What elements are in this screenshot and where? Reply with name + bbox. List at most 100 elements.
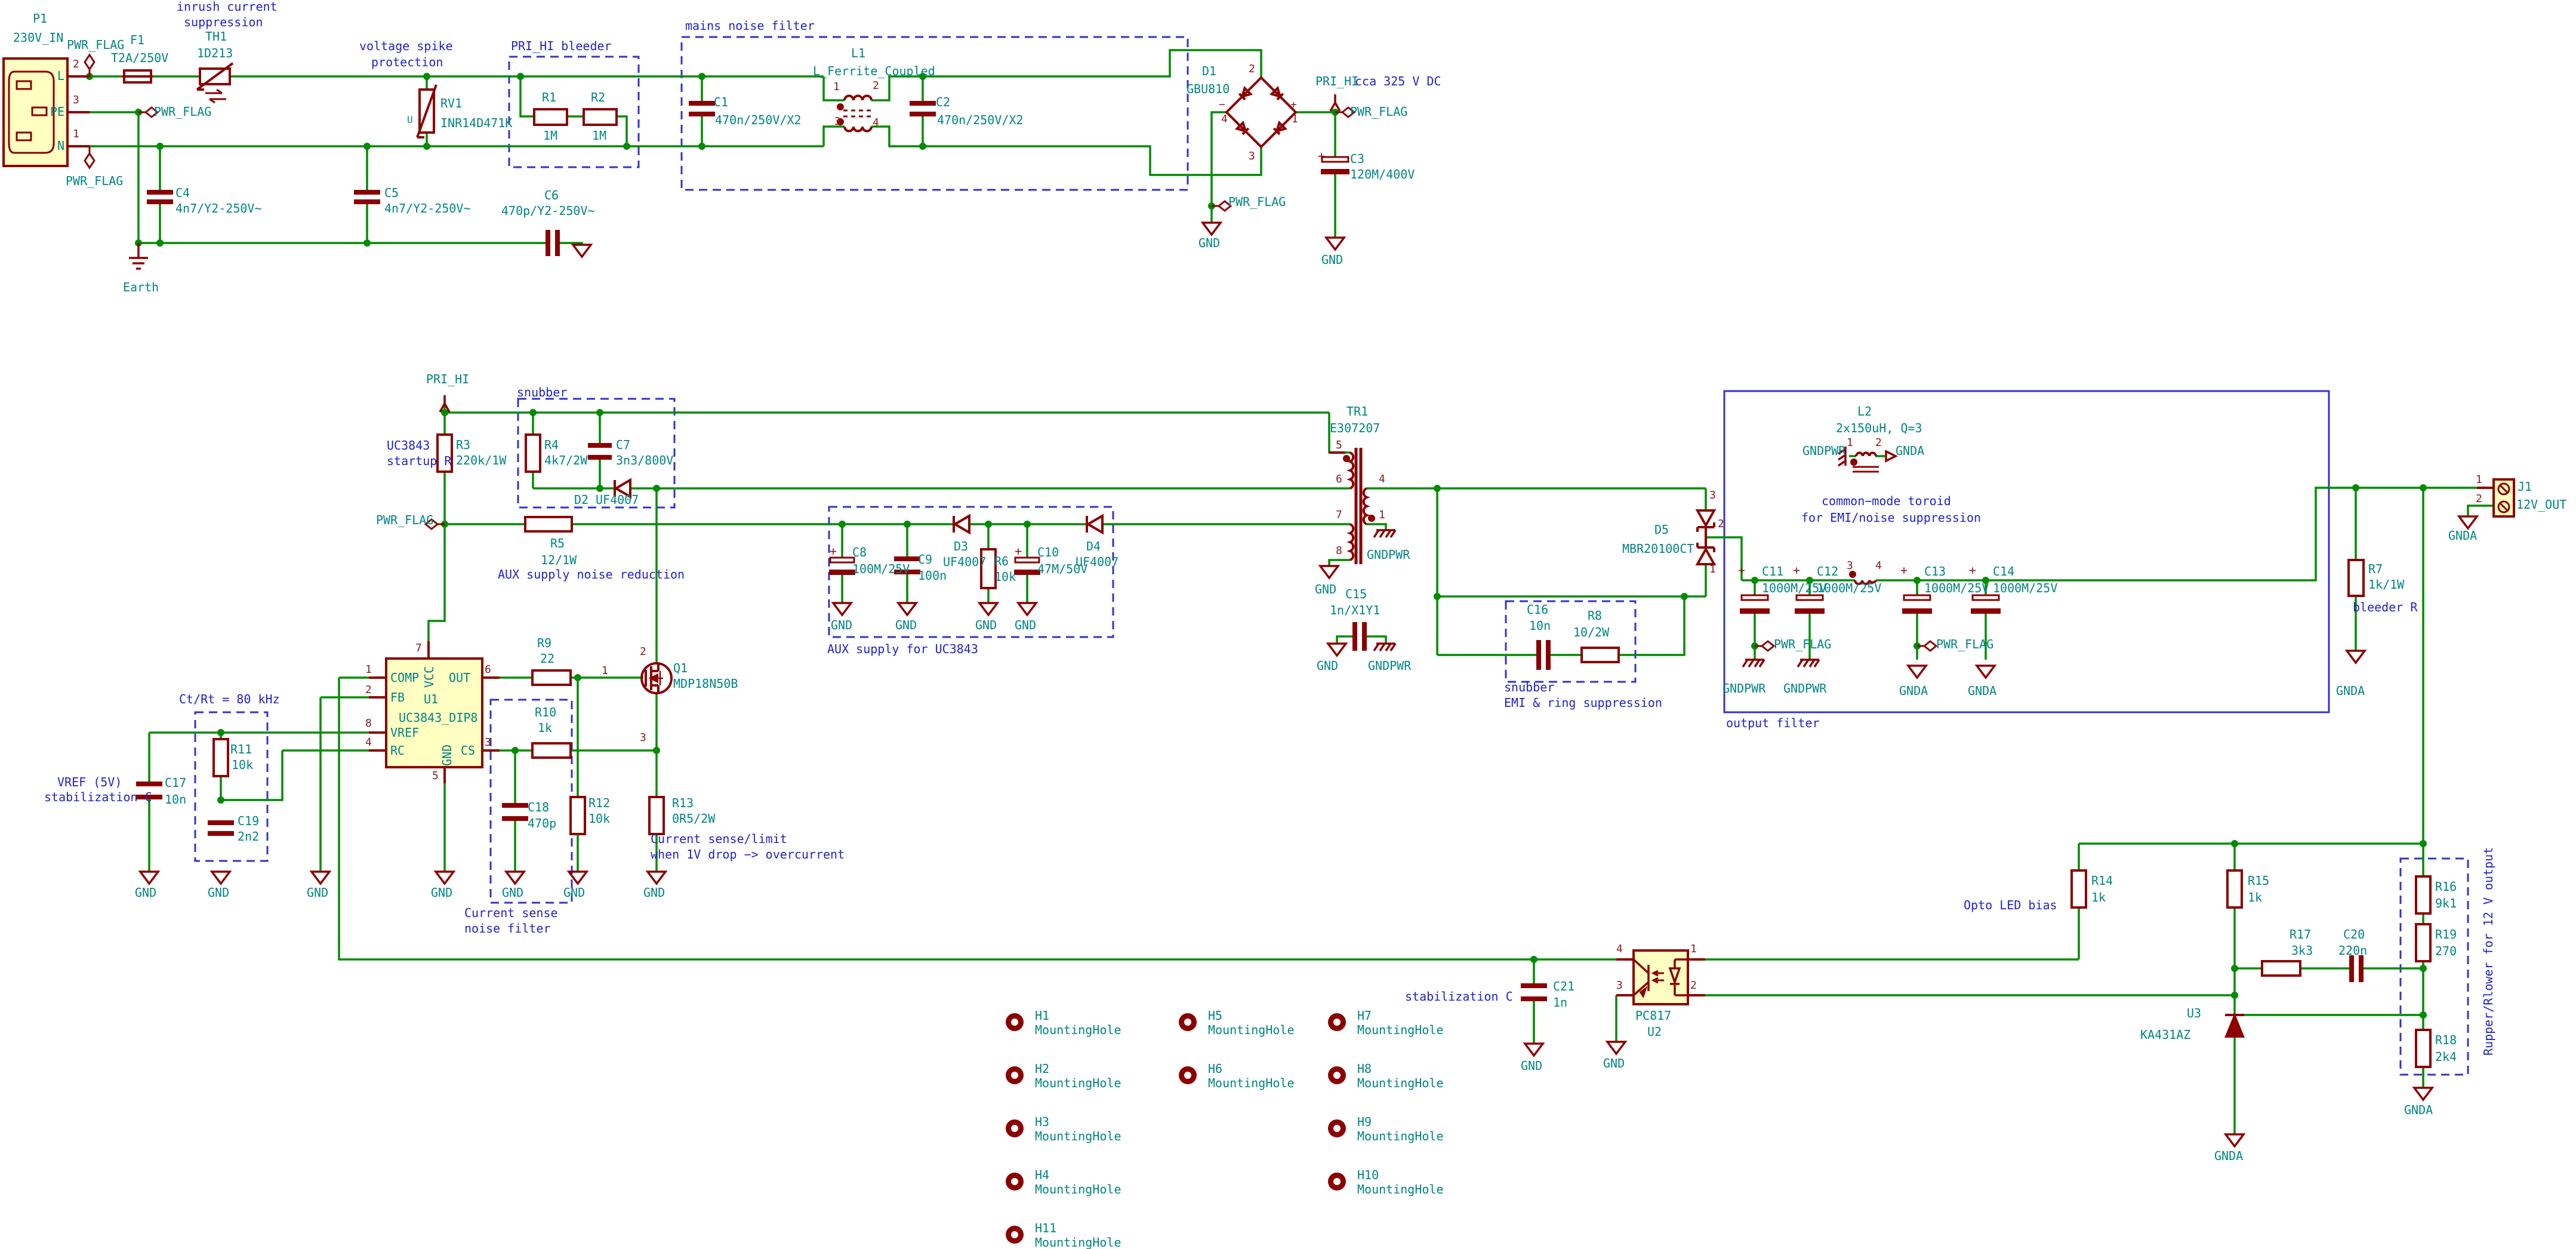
label-h1[interactable]: H1: [1035, 1009, 1049, 1022]
label-c5[interactable]: C5: [384, 186, 399, 199]
label-4n7-y2-250v[interactable]: 4n7/Y2-250V~: [175, 202, 262, 215]
label-c3[interactable]: C3: [1350, 152, 1364, 165]
label-gnda[interactable]: GNDA: [1896, 444, 1924, 457]
label-1000m-25v[interactable]: 1000M/25V: [1993, 582, 2057, 595]
label-gnd[interactable]: GND: [1198, 236, 1220, 250]
label-comp[interactable]: COMP: [390, 671, 419, 684]
label-d1[interactable]: D1: [1202, 64, 1216, 78]
label-c8[interactable]: C8: [852, 546, 867, 559]
label-3n3-800v[interactable]: 3n3/800V: [616, 454, 673, 467]
label-fb[interactable]: FB: [390, 691, 405, 704]
label-220n[interactable]: 220n: [2338, 944, 2367, 957]
label-r4[interactable]: R4: [544, 438, 559, 451]
label-230v-in[interactable]: 230V_IN: [13, 31, 63, 44]
label-pe[interactable]: PE: [50, 105, 64, 118]
protection-symbols[interactable]: [122, 63, 436, 137]
label-mountinghole[interactable]: MountingHole: [1357, 1076, 1444, 1090]
capacitor-symbols[interactable]: [136, 101, 2364, 1001]
label-j1[interactable]: J1: [2518, 480, 2532, 493]
label-mbr20100ct[interactable]: MBR20100CT: [1622, 542, 1694, 555]
label-e307207[interactable]: E307207: [1330, 422, 1380, 435]
label-10n[interactable]: 10n: [1529, 619, 1551, 632]
label-r7[interactable]: R7: [2368, 562, 2383, 576]
label-pwr-flag[interactable]: PWR_FLAG: [1350, 105, 1407, 118]
label-c1[interactable]: C1: [714, 96, 728, 109]
label-gnda[interactable]: GNDA: [2214, 1149, 2243, 1162]
label-1m[interactable]: 1M: [543, 129, 557, 142]
label-r14[interactable]: R14: [2091, 874, 2113, 887]
label-uf4007[interactable]: UF4007: [943, 555, 986, 568]
label-cs[interactable]: CS: [461, 744, 475, 757]
label-c7[interactable]: C7: [616, 438, 630, 451]
label-1k-1w[interactable]: 1k/1W: [2368, 578, 2404, 591]
label-10k[interactable]: 10k: [232, 758, 253, 771]
label-10-2w[interactable]: 10/2W: [1573, 626, 1609, 639]
label-th1[interactable]: TH1: [205, 30, 227, 43]
label-uf4007[interactable]: UF4007: [1076, 555, 1118, 568]
label-c21[interactable]: C21: [1553, 980, 1574, 993]
label-12-1w[interactable]: 12/1W: [541, 553, 577, 567]
label-10n[interactable]: 10n: [165, 793, 186, 806]
label-1d213[interactable]: 1D213: [197, 47, 233, 60]
label-1n[interactable]: 1n: [1553, 996, 1567, 1009]
label-gndpwr[interactable]: GNDPWR: [1783, 682, 1826, 695]
label-r2[interactable]: R2: [591, 91, 605, 104]
label-gndpwr[interactable]: GNDPWR: [1368, 659, 1411, 672]
label-h11[interactable]: H11: [1035, 1222, 1056, 1235]
label-mountinghole[interactable]: MountingHole: [1035, 1236, 1121, 1249]
label-r9[interactable]: R9: [537, 636, 551, 650]
label-h10[interactable]: H10: [1357, 1168, 1379, 1182]
label-gnd[interactable]: GND: [1315, 583, 1336, 596]
label-ka431az[interactable]: KA431AZ: [2140, 1028, 2190, 1041]
label-gndpwr[interactable]: GNDPWR: [1723, 682, 1765, 695]
label-l[interactable]: L: [57, 69, 64, 82]
label-gnd[interactable]: GND: [440, 745, 454, 766]
label-2x150uh-q-3[interactable]: 2x150uH, Q=3: [1836, 422, 1922, 435]
label-c15[interactable]: C15: [1345, 587, 1367, 601]
label-gnd[interactable]: GND: [1015, 619, 1036, 632]
label-3k3[interactable]: 3k3: [2291, 944, 2313, 957]
label-gnd[interactable]: GND: [1317, 659, 1338, 672]
label-gnda[interactable]: GNDA: [2336, 684, 2365, 697]
label-mountinghole[interactable]: MountingHole: [1035, 1023, 1121, 1036]
label-gnd[interactable]: GND: [208, 886, 229, 899]
label-l2[interactable]: L2: [1857, 405, 1872, 418]
label-mountinghole[interactable]: MountingHole: [1208, 1023, 1295, 1036]
label-pwr-flag[interactable]: PWR_FLAG: [154, 105, 211, 118]
label-r13[interactable]: R13: [672, 796, 694, 810]
label-out[interactable]: OUT: [449, 671, 470, 684]
label-c2[interactable]: C2: [936, 96, 950, 109]
label-c17[interactable]: C17: [165, 776, 186, 789]
label-pwr-flag[interactable]: PWR_FLAG: [1228, 195, 1286, 208]
label-2n2[interactable]: 2n2: [238, 830, 259, 843]
label-2k4[interactable]: 2k4: [2435, 1050, 2457, 1063]
label-h5[interactable]: H5: [1208, 1009, 1222, 1022]
label-1000m-25v[interactable]: 1000M/25V: [1817, 582, 1881, 595]
label-1k[interactable]: 1k: [538, 721, 552, 734]
label-r19[interactable]: R19: [2435, 928, 2457, 941]
label-u[interactable]: U: [407, 115, 413, 125]
label-470p[interactable]: 470p: [528, 817, 556, 830]
label-gnda[interactable]: GNDA: [2448, 529, 2477, 542]
label-f1[interactable]: F1: [130, 33, 144, 47]
label-uc3843-dip8[interactable]: UC3843_DIP8: [399, 711, 477, 724]
Q1-mosfet[interactable]: [642, 663, 671, 693]
label-10k[interactable]: 10k: [994, 570, 1016, 583]
label-470n-250v-x2[interactable]: 470n/250V/X2: [937, 113, 1024, 127]
label-gnd[interactable]: GND: [1521, 1059, 1542, 1072]
label-220k-1w[interactable]: 220k/1W: [456, 454, 506, 467]
label-470p-y2-250v[interactable]: 470p/Y2-250V~: [501, 204, 595, 217]
label-pwr-flag[interactable]: PWR_FLAG: [67, 38, 124, 51]
label-c19[interactable]: C19: [238, 814, 259, 827]
label-mountinghole[interactable]: MountingHole: [1357, 1023, 1444, 1036]
label-c9[interactable]: C9: [918, 553, 932, 566]
label-p1[interactable]: P1: [33, 12, 47, 25]
label-120m-400v[interactable]: 120M/400V: [1350, 168, 1415, 181]
label-r11[interactable]: R11: [230, 743, 252, 756]
label-gnd[interactable]: GND: [502, 886, 523, 899]
label-22[interactable]: 22: [540, 652, 554, 665]
label-c6[interactable]: C6: [544, 189, 559, 202]
label-c16[interactable]: C16: [1527, 603, 1548, 616]
label-mdp18n50b[interactable]: MDP18N50B: [673, 677, 738, 690]
label-470n-250v-x2[interactable]: 470n/250V/X2: [715, 113, 802, 127]
